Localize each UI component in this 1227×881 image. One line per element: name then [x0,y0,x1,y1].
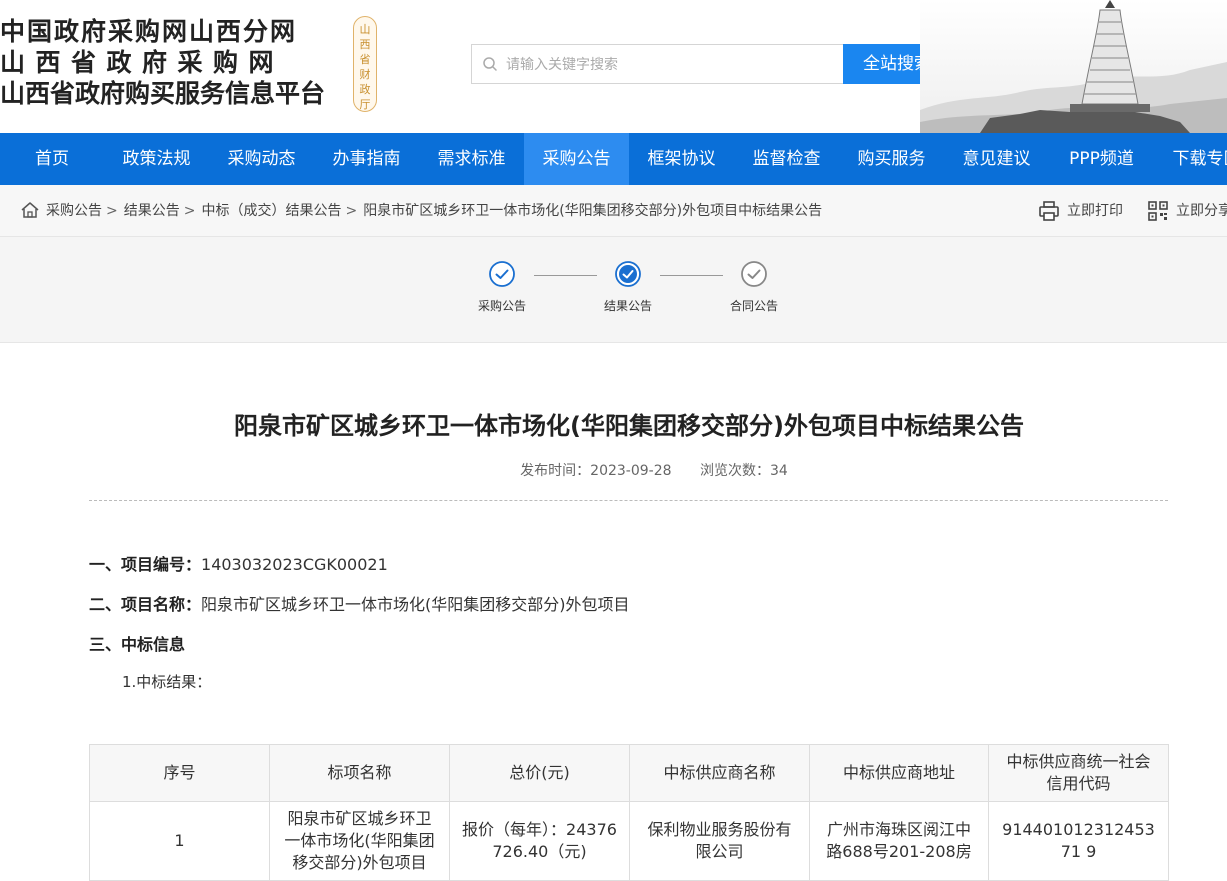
award-result-table: 序号 标项名称 总价(元) 中标供应商名称 中标供应商地址 中标供应商统一社会信… [89,744,1169,881]
article-title: 阳泉市矿区城乡环卫一体市场化(华阳集团移交部分)外包项目中标结果公告 [234,412,1024,440]
finance-department-seal: 山 西 省 财 政 厅 [353,16,377,112]
table-cell: 报价（每年）：24376726.40（元) [449,801,630,881]
print-label: 立即打印 [1067,203,1123,219]
breadcrumb-separator: > [183,203,196,219]
nav-item-policy[interactable]: 政策法规 [104,133,209,185]
table-header-cell: 序号 [89,744,270,802]
view-count: 浏览次数：34 [700,463,788,479]
step-label: 合同公告 [729,299,778,313]
nav-item-standards[interactable]: 需求标准 [419,133,524,185]
step-procurement-notice[interactable]: 采购公告 [462,261,542,314]
breadcrumb-item-award-notice[interactable]: 中标（成交）结果公告 [201,203,341,219]
breadcrumb: 采购公告 > 结果公告 > 中标（成交）结果公告 > 阳泉市矿区城乡环卫一体市场化(华阳集团… [46,185,822,237]
site-header: 中国政府采购网山西分网 山西省政府采购网 山西省政府购买服务信息平台 山 西 省… [0,0,1227,133]
site-title[interactable]: 中国政府采购网山西分网 山西省政府采购网 山西省政府购买服务信息平台 [0,16,325,109]
site-title-line-1: 中国政府采购网山西分网 [0,17,298,46]
section-project-name: 二、项目名称：阳泉市矿区城乡环卫一体市场化(华阳集团移交部分)外包项目 [89,595,630,614]
qr-code-icon [1148,201,1168,221]
step-contract-notice[interactable]: 合同公告 [714,261,794,314]
table-row: 1 阳泉市矿区城乡环卫一体市场化(华阳集团移交部分)外包项目 报价（每年）：24… [89,801,1169,881]
breadcrumb-item-current: 阳泉市矿区城乡环卫一体市场化(华阳集团移交部分)外包项目中标结果公告 [363,203,823,219]
table-cell: 91440101231245371 9 [988,801,1169,881]
home-icon[interactable] [20,201,40,219]
nav-item-download[interactable]: 下载专区 [1154,133,1227,185]
breadcrumb-separator: > [345,203,358,219]
award-result-heading: 1.中标结果： [122,673,212,691]
table-cell: 1 [89,801,270,881]
table-header-cell: 总价(元) [449,744,630,802]
share-label: 立即分享 [1176,203,1227,219]
nav-item-feedback[interactable]: 意见建议 [944,133,1049,185]
section-award-info: 三、中标信息 [89,635,186,654]
nav-item-home[interactable]: 首页 [0,133,104,185]
site-title-line-3: 山西省政府购买服务信息平台 [0,79,326,108]
nav-item-guide[interactable]: 办事指南 [314,133,419,185]
nav-item-procurement-notice[interactable]: 采购公告 [524,133,629,185]
search-icon [483,57,497,71]
main-nav: 首页 政策法规 采购动态 办事指南 需求标准 采购公告 框架协议 监督检查 购买… [0,133,1227,185]
breadcrumb-bar: 采购公告 > 结果公告 > 中标（成交）结果公告 > 阳泉市矿区城乡环卫一体市场化(华阳集团… [0,185,1227,237]
nav-item-framework[interactable]: 框架协议 [629,133,734,185]
nav-item-news[interactable]: 采购动态 [209,133,314,185]
breadcrumb-separator: > [106,203,118,219]
table-header-cell: 中标供应商统一社会信用代码 [988,744,1169,802]
check-circle-filled-icon [615,261,641,287]
table-header-cell: 标项名称 [269,744,450,802]
table-cell: 保利物业服务股份有限公司 [629,801,810,881]
table-header-cell: 中标供应商名称 [629,744,810,802]
check-circle-icon [741,261,767,287]
breadcrumb-item-result-notice[interactable]: 结果公告 [124,203,180,219]
printer-icon [1039,201,1059,221]
table-cell: 广州市海珠区阅江中路688号201-208房 [809,801,989,881]
check-circle-icon [489,261,515,287]
print-button[interactable]: 立即打印 [1038,185,1133,237]
step-label: 采购公告 [477,299,526,313]
table-header-row: 序号 标项名称 总价(元) 中标供应商名称 中标供应商地址 中标供应商统一社会信… [89,744,1169,802]
table-cell: 阳泉市矿区城乡环卫一体市场化(华阳集团移交部分)外包项目 [269,801,450,881]
step-label: 结果公告 [603,299,652,313]
table-header-cell: 中标供应商地址 [809,744,989,802]
progress-steps: 采购公告 结果公告 合同公告 [0,237,1227,343]
search-input[interactable] [504,45,838,85]
article-meta: 发布时间：2023-09-28 浏览次数：34 [0,460,1227,480]
publish-time: 发布时间：2023-09-28 [520,463,672,479]
step-result-notice[interactable]: 结果公告 [588,261,668,314]
breadcrumb-item-procurement-notice[interactable]: 采购公告 [46,203,102,219]
nav-item-ppp[interactable]: PPP频道 [1049,133,1154,185]
share-button[interactable]: 立即分享 [1147,185,1227,237]
nav-item-purchase-service[interactable]: 购买服务 [839,133,944,185]
nav-item-supervision[interactable]: 监督检查 [734,133,839,185]
site-title-line-2: 山西省政府采购网 [0,48,285,77]
search-box [471,44,843,85]
pagoda-banner-image [920,0,1227,133]
section-project-number: 一、项目编号：1403032023CGK00021 [89,555,388,574]
title-divider [89,500,1168,501]
